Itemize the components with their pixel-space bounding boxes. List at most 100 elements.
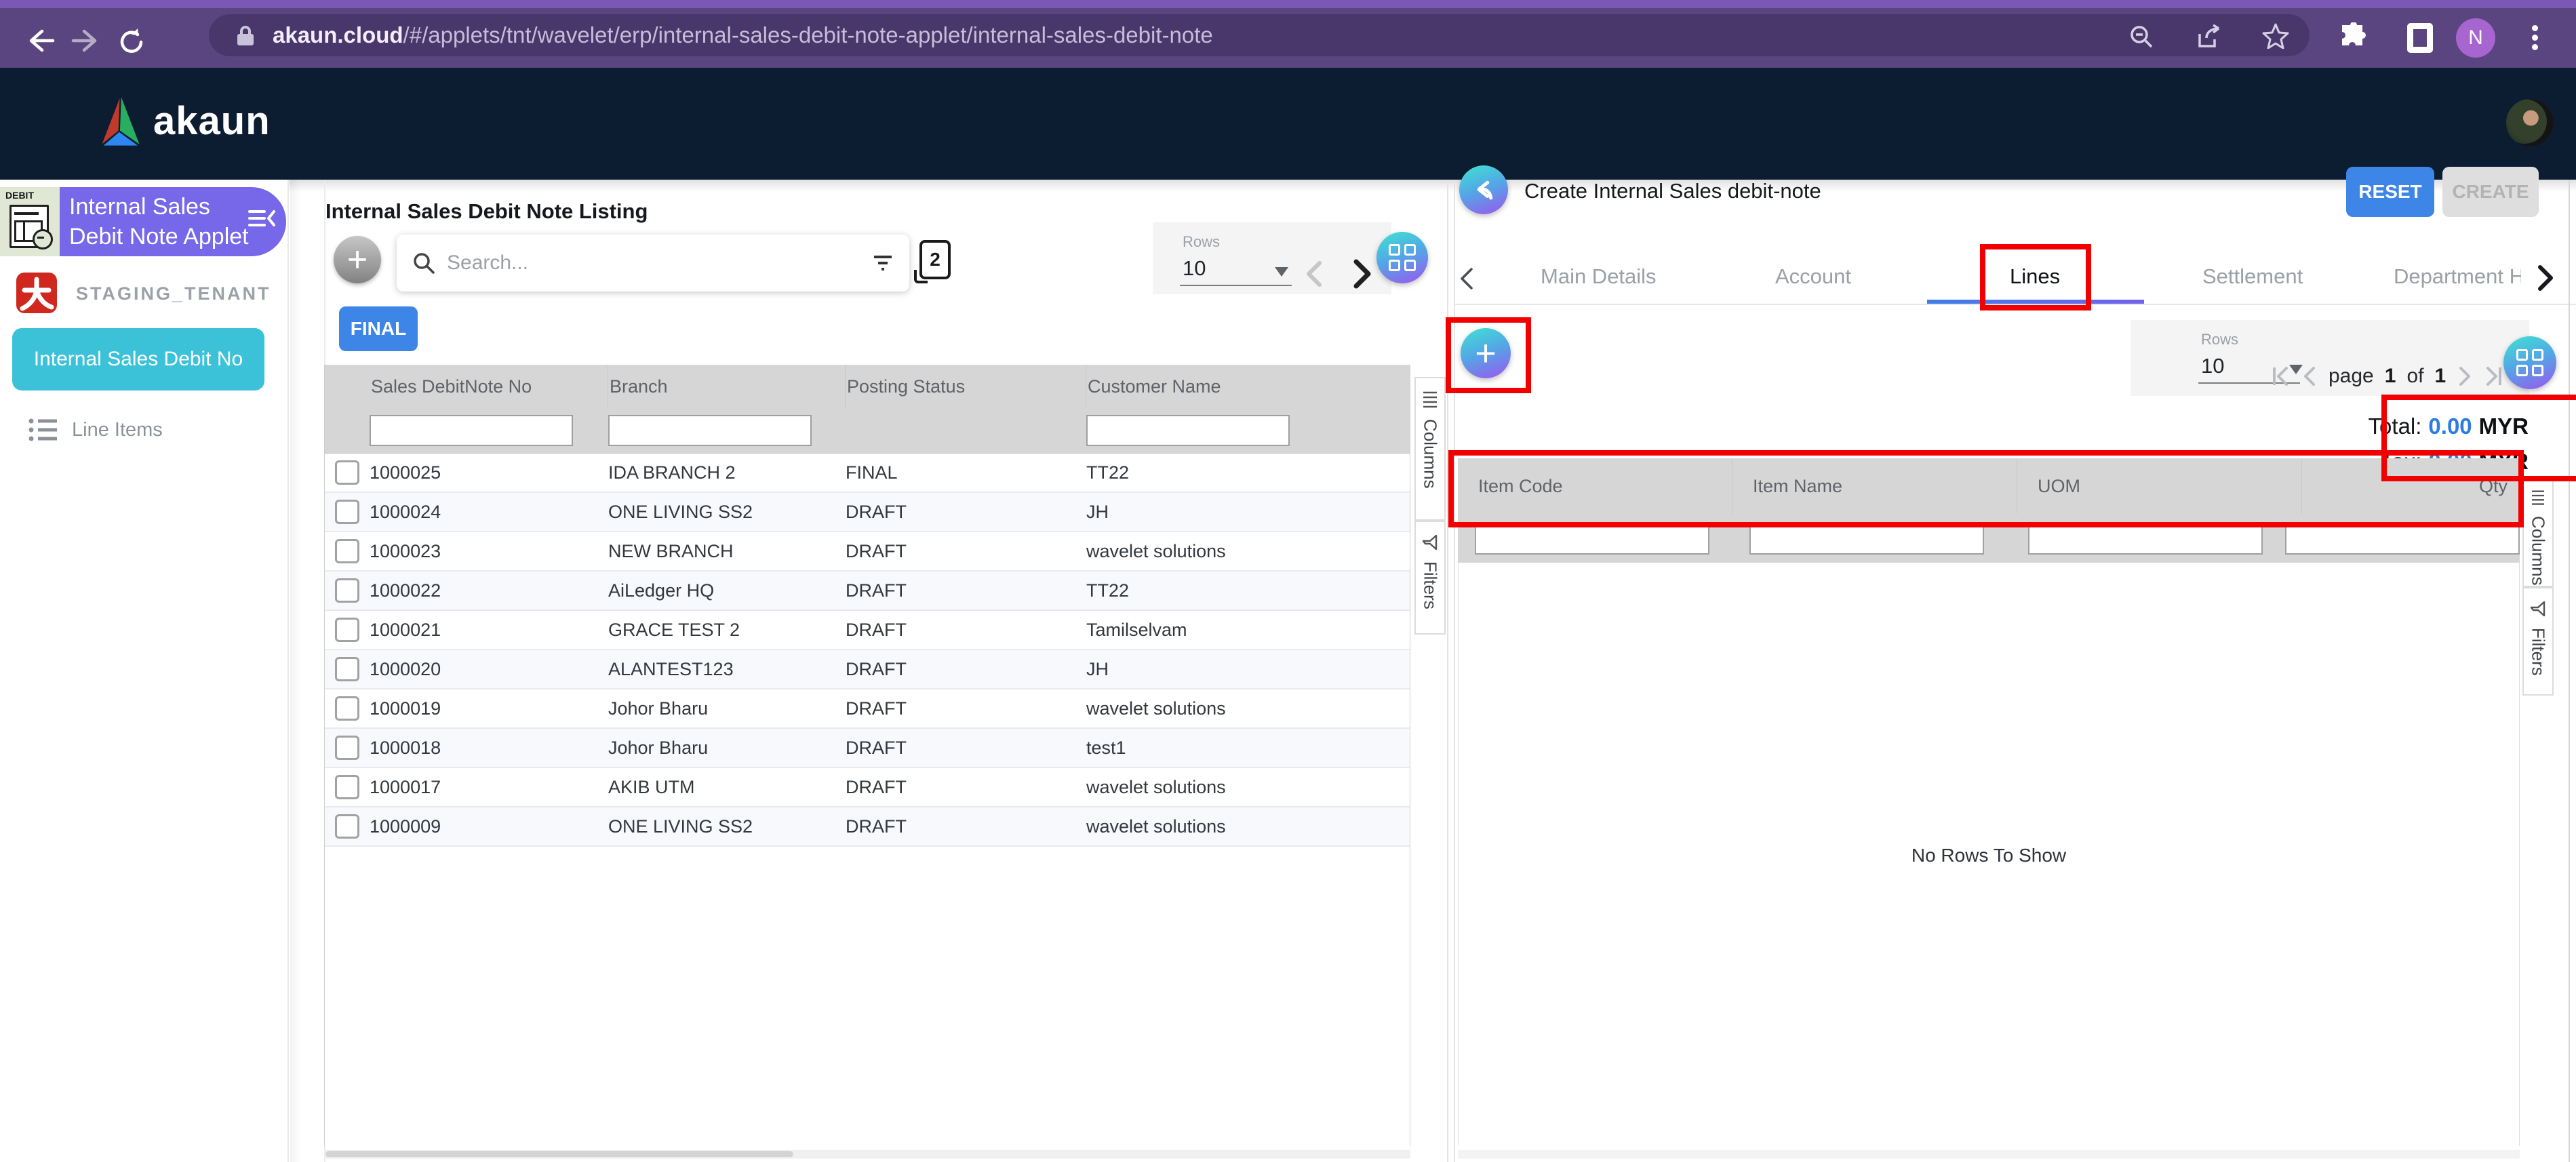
col-sales-debitnote-no[interactable]: Sales DebitNote No (370, 365, 608, 408)
side-panel-icon[interactable] (2407, 23, 2433, 53)
page-current: 1 (2385, 365, 2396, 388)
forward-icon[interactable] (71, 27, 102, 54)
share-icon[interactable] (2197, 24, 2224, 49)
filters-side-tab[interactable]: Filters (1414, 521, 1446, 635)
header-shadow (0, 180, 2576, 192)
module-button[interactable]: Internal Sales Debit No (12, 328, 264, 390)
prev-page-icon[interactable] (2301, 365, 2318, 387)
filter-debitnote-no-input[interactable] (370, 415, 573, 446)
row-checkbox[interactable] (335, 500, 359, 524)
extensions-puzzle-icon[interactable] (2338, 22, 2369, 52)
columns-side-tab[interactable]: Columns (1414, 377, 1446, 521)
url-path: /#/applets/tnt/wavelet/erp/internal-sale… (403, 22, 1213, 47)
filter-uom-input[interactable] (2028, 522, 2263, 555)
zoom-out-icon[interactable] (2129, 24, 2154, 49)
filter-qty-input[interactable] (2285, 522, 2520, 555)
rows-caret-icon[interactable] (1275, 267, 1288, 277)
window-scrollbar-track[interactable] (2569, 180, 2570, 1162)
row-checkbox[interactable] (335, 814, 359, 839)
table-row[interactable]: 1000009ONE LIVING SS2DRAFTwavelet soluti… (325, 807, 1410, 847)
col-customer-name[interactable]: Customer Name (1086, 365, 1410, 408)
tab-lines[interactable]: Lines (2010, 264, 2060, 289)
browser-profile-avatar[interactable]: N (2456, 18, 2495, 58)
tab-settlement[interactable]: Settlement (2202, 264, 2303, 289)
filters-tab-label: Filters (2528, 628, 2549, 676)
search-icon (413, 252, 435, 274)
cell-customer: JH (1086, 502, 1410, 523)
bookmark-star-icon[interactable] (2262, 23, 2289, 49)
table-row[interactable]: 1000017AKIB UTMDRAFTwavelet solutions (325, 768, 1410, 807)
tenant-icon[interactable] (16, 273, 57, 313)
table-row[interactable]: 1000021GRACE TEST 2DRAFTTamilselvam (325, 611, 1410, 650)
applet-name-badge[interactable]: Internal Sales Debit Note Applet (60, 187, 286, 256)
filters-tab-label: Filters (1420, 561, 1441, 609)
browser-menu-icon[interactable] (2532, 22, 2539, 54)
col-item-name[interactable]: Item Name (1732, 458, 2017, 514)
horizontal-scrollbar[interactable] (1458, 1150, 2520, 1159)
filter-sort-icon[interactable] (873, 254, 893, 272)
table-row[interactable]: 1000020ALANTEST123DRAFTJH (325, 650, 1410, 689)
cell-customer: wavelet solutions (1086, 541, 1410, 562)
row-checkbox[interactable] (335, 775, 359, 799)
row-checkbox[interactable] (335, 618, 359, 642)
rows-per-page-select[interactable]: 10 (2201, 354, 2224, 378)
applet-icon[interactable]: DEBIT (0, 187, 60, 256)
filters-side-tab[interactable]: Filters (2522, 587, 2554, 696)
row-checkbox[interactable] (335, 578, 359, 603)
last-page-icon[interactable] (2484, 365, 2503, 387)
address-bar[interactable]: akaun.cloud/#/applets/tnt/wavelet/erp/in… (209, 14, 2310, 56)
duplicate-view-icon[interactable]: 2 (919, 240, 951, 279)
add-line-button[interactable]: + (1461, 328, 1511, 378)
grid-view-button[interactable] (1376, 232, 1428, 283)
tabs-scroll-right-icon[interactable] (2535, 264, 2555, 292)
tabs-scroll-left-icon[interactable] (1458, 267, 1475, 290)
cell-status: FINAL (846, 462, 1086, 483)
table-row[interactable]: 1000022AiLedger HQDRAFTTT22 (325, 572, 1410, 611)
table-row[interactable]: 1000019Johor BharuDRAFTwavelet solutions (325, 689, 1410, 729)
col-branch[interactable]: Branch (608, 365, 846, 408)
horizontal-scrollbar[interactable] (324, 1150, 1410, 1159)
row-checkbox[interactable] (335, 460, 359, 485)
first-page-icon[interactable] (2272, 365, 2291, 387)
list-icon (28, 418, 58, 442)
tab-main-details[interactable]: Main Details (1541, 264, 1657, 289)
table-row[interactable]: 1000018Johor BharuDRAFTtest1 (325, 729, 1410, 768)
reset-button[interactable]: RESET (2346, 167, 2434, 217)
rows-per-page-select[interactable]: 10 (1183, 256, 1206, 281)
back-icon[interactable] (24, 27, 56, 54)
next-page-icon[interactable] (1349, 259, 1375, 289)
table-row[interactable]: 1000025IDA BRANCH 2FINALTT22 (325, 454, 1410, 493)
filter-item-name-input[interactable] (1749, 522, 1984, 555)
final-filter-button[interactable]: FINAL (339, 306, 418, 351)
reload-icon[interactable] (117, 27, 146, 57)
table-row[interactable]: 1000023NEW BRANCHDRAFTwavelet solutions (325, 532, 1410, 572)
search-input[interactable] (445, 251, 862, 275)
sidebar-item-line-items[interactable]: Line Items (28, 418, 163, 442)
columns-side-tab[interactable]: Columns (2522, 476, 2554, 587)
row-checkbox[interactable] (335, 539, 359, 563)
user-avatar[interactable] (2506, 99, 2554, 146)
create-button[interactable]: CREATE (2442, 167, 2539, 217)
col-uom[interactable]: UOM (2017, 458, 2302, 514)
table-row[interactable]: 1000024ONE LIVING SS2DRAFTJH (325, 493, 1410, 532)
cell-branch: IDA BRANCH 2 (608, 462, 846, 483)
row-checkbox[interactable] (335, 736, 359, 760)
cell-branch: AiLedger HQ (608, 580, 846, 601)
filter-customer-input[interactable] (1086, 415, 1290, 446)
next-page-icon[interactable] (2457, 365, 2473, 387)
cell-customer: TT22 (1086, 462, 1410, 483)
row-checkbox[interactable] (335, 657, 359, 681)
add-record-button[interactable]: + (334, 236, 381, 283)
prev-page-icon[interactable] (1303, 260, 1326, 287)
back-button[interactable] (1459, 165, 1508, 214)
row-checkbox[interactable] (335, 696, 359, 721)
col-item-code[interactable]: Item Code (1458, 458, 1732, 514)
col-qty[interactable]: Qty (2302, 458, 2520, 514)
tab-department[interactable]: Department H (2394, 264, 2521, 289)
filter-item-code-input[interactable] (1475, 522, 1709, 555)
col-posting-status[interactable]: Posting Status (846, 365, 1086, 408)
collapse-menu-icon[interactable] (248, 209, 275, 228)
tab-account[interactable]: Account (1775, 264, 1851, 289)
grid-view-button[interactable] (2503, 336, 2556, 389)
filter-branch-input[interactable] (608, 415, 812, 446)
